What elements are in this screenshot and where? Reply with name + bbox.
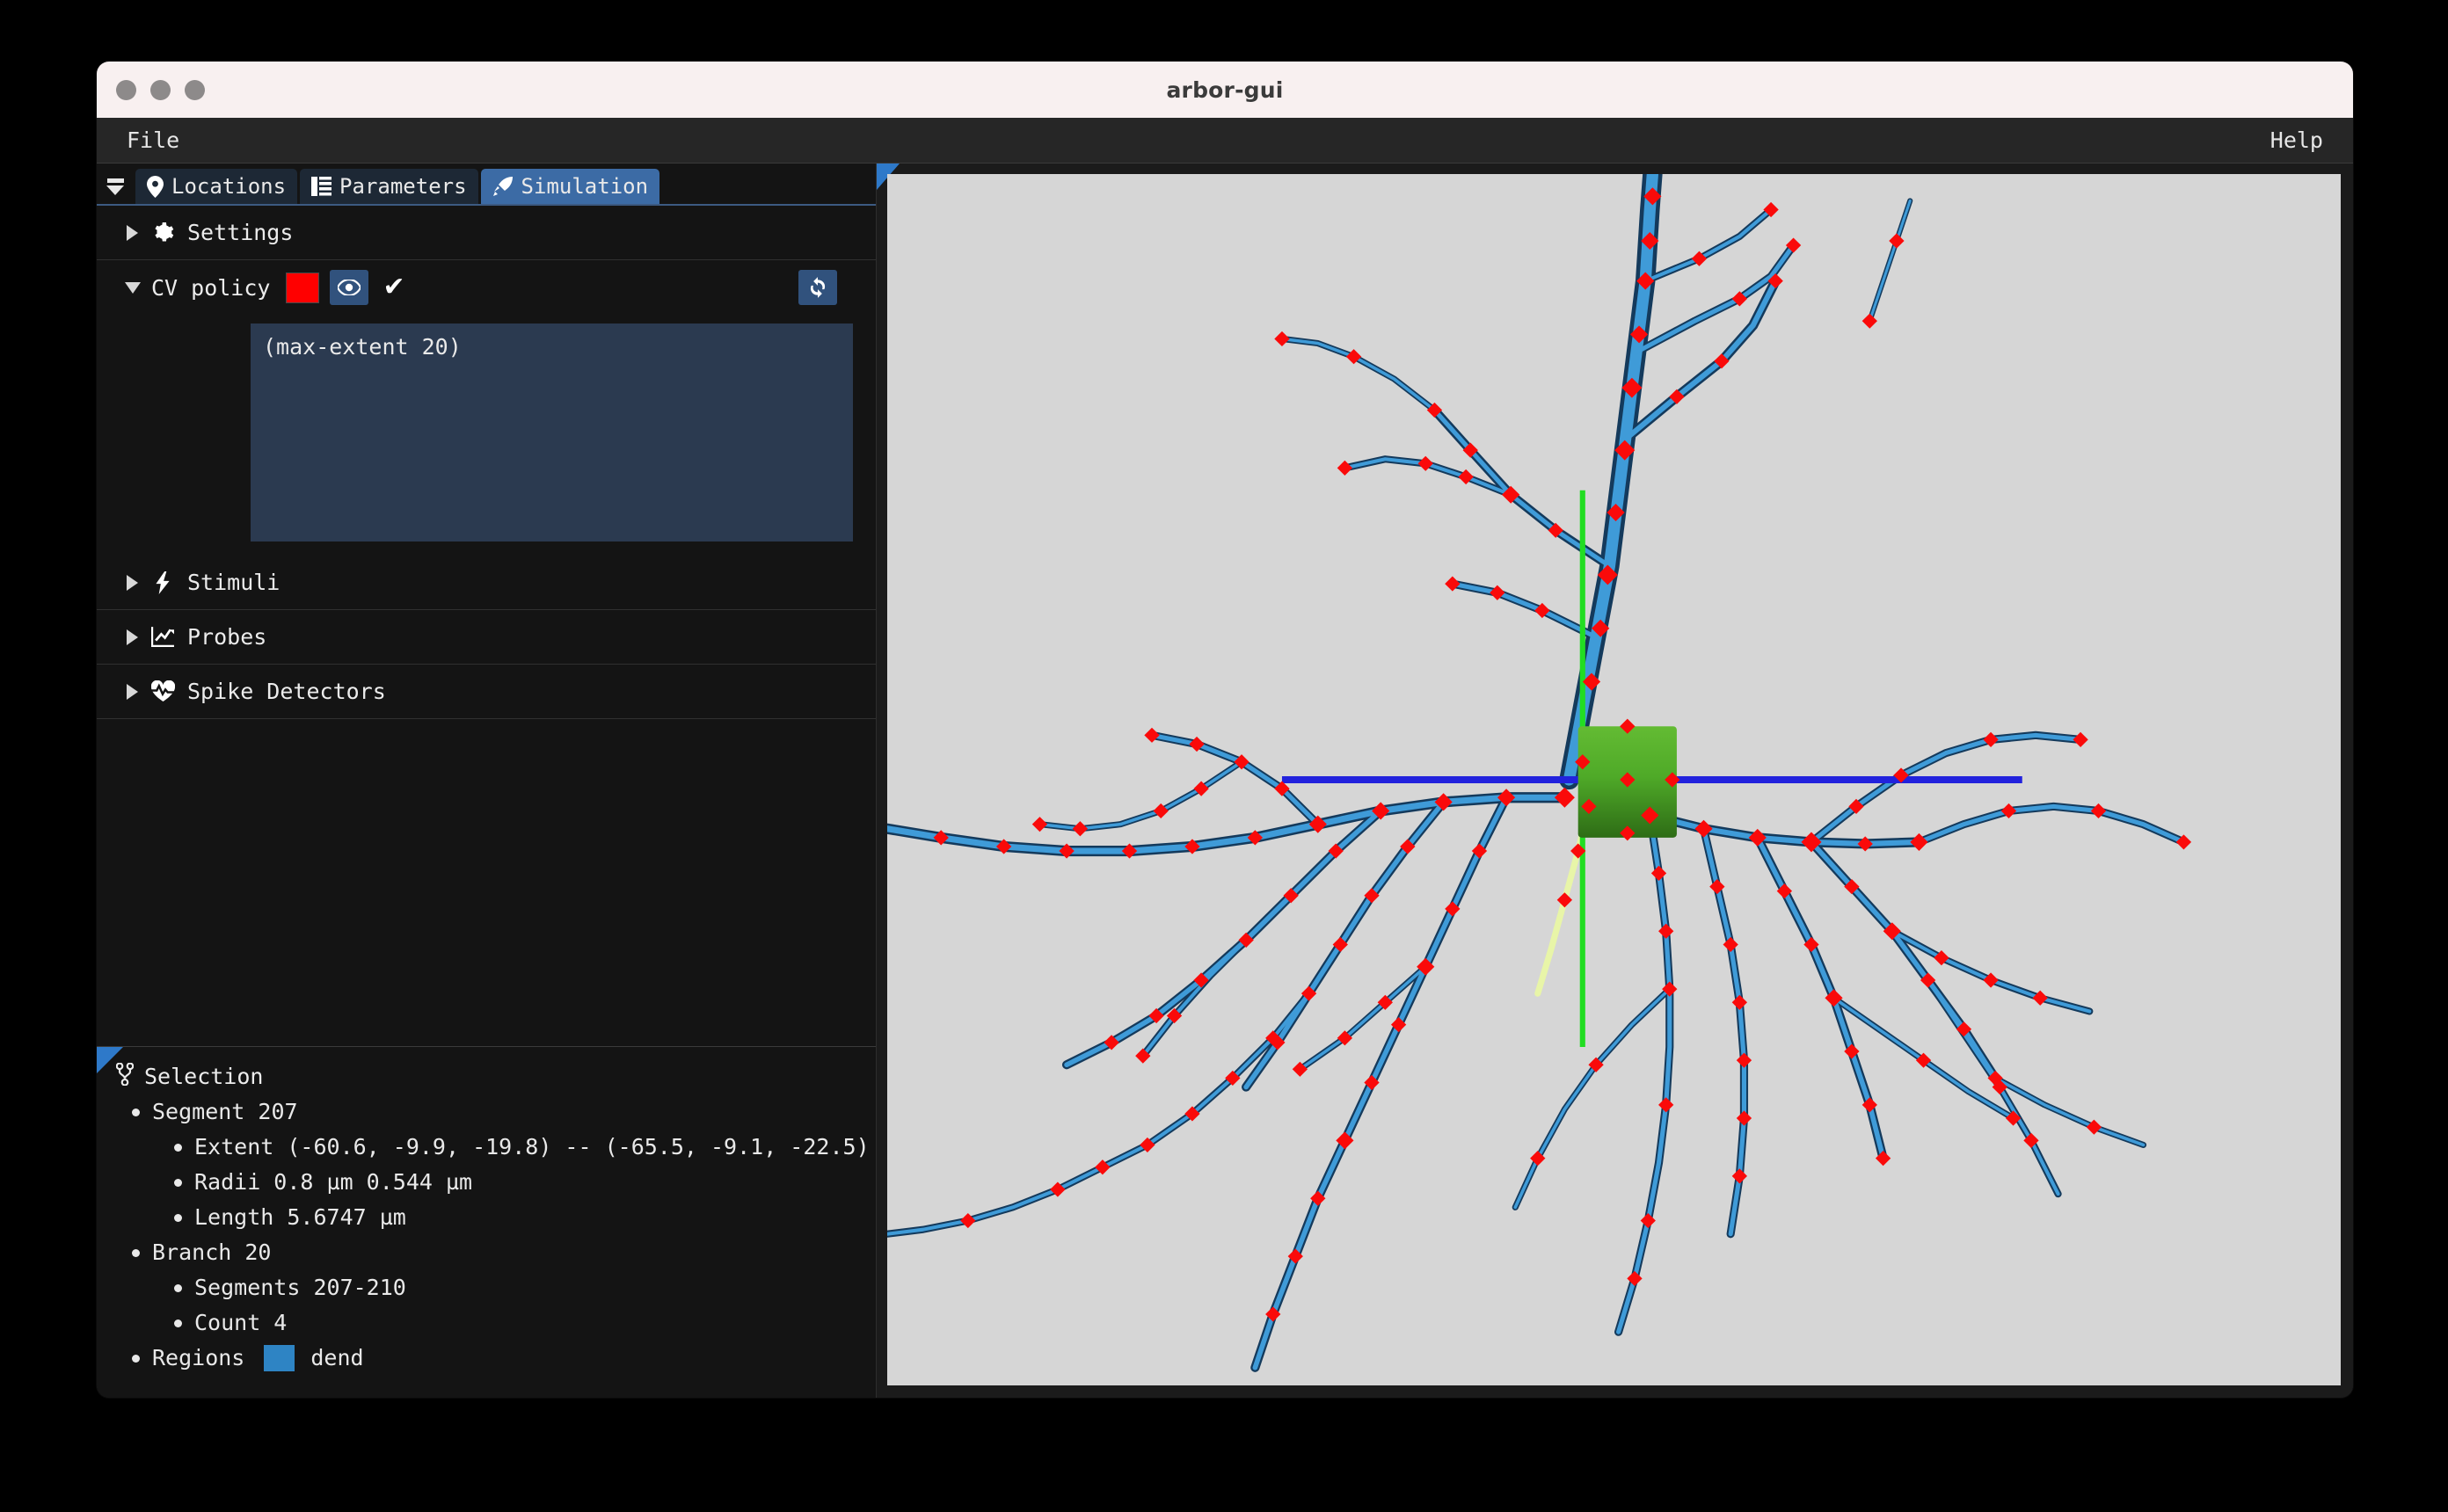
selection-segment: Segment 207: [97, 1094, 876, 1130]
selection-length-value: Length 5.6747 µm: [194, 1204, 406, 1230]
chevron-right-icon[interactable]: [127, 629, 138, 645]
selection-segments-range-value: Segments 207-210: [194, 1275, 406, 1300]
title-bar: arbor-gui: [97, 62, 2353, 118]
cv-policy-editor-text: (max-extent 20): [263, 334, 462, 360]
section-stimuli[interactable]: Stimuli: [97, 556, 876, 610]
map-pin-icon: [147, 175, 164, 198]
selection-count: Count 4: [97, 1305, 876, 1341]
region-color-swatch[interactable]: [264, 1345, 295, 1371]
chevron-right-icon[interactable]: [127, 574, 138, 591]
chevron-down-icon[interactable]: [125, 281, 141, 294]
selection-extent: Extent (-60.6, -9.9, -19.8) -- (-65.5, -…: [97, 1130, 876, 1165]
selection-header: Selection: [97, 1062, 876, 1089]
tab-simulation-label: Simulation: [521, 174, 649, 199]
bullet-icon: [174, 1143, 182, 1152]
bullet-icon: [132, 1248, 140, 1257]
selection-panel: Selection Segment 207 Extent (-60.6, -9.…: [97, 1046, 876, 1398]
menu-help[interactable]: Help: [2263, 126, 2330, 155]
window-title: arbor-gui: [1166, 76, 1284, 103]
chevron-right-icon[interactable]: [127, 224, 138, 241]
selection-radii-value: Radii 0.8 µm 0.544 µm: [194, 1169, 473, 1195]
section-spike-detectors-label: Spike Detectors: [187, 679, 386, 704]
menu-file[interactable]: File: [120, 126, 186, 155]
selection-branch-label: Branch 20: [152, 1239, 272, 1265]
cv-policy-color-swatch[interactable]: [286, 272, 320, 303]
tab-bar: Locations Parameters Simulation: [97, 164, 876, 206]
selection-regions: Regions dend: [97, 1341, 876, 1376]
chevron-right-icon[interactable]: [127, 683, 138, 700]
cv-policy-editor[interactable]: (max-extent 20): [251, 323, 853, 542]
bullet-icon: [174, 1319, 182, 1327]
selection-branch: Branch 20: [97, 1235, 876, 1270]
selection-segments-range: Segments 207-210: [97, 1270, 876, 1305]
selection-segment-label: Segment 207: [152, 1099, 298, 1124]
heartbeat-icon: [150, 680, 175, 702]
bullet-icon: [174, 1283, 182, 1292]
section-cv-policy[interactable]: CV policy ✔: [97, 260, 876, 315]
selection-count-value: Count 4: [194, 1310, 288, 1335]
selection-length: Length 5.6747 µm: [97, 1200, 876, 1235]
section-probes-label: Probes: [187, 624, 267, 650]
section-probes[interactable]: Probes: [97, 610, 876, 665]
list-icon: [311, 177, 332, 196]
tab-parameters-label: Parameters: [339, 174, 467, 199]
section-settings[interactable]: Settings: [97, 206, 876, 260]
tab-simulation[interactable]: Simulation: [480, 169, 660, 204]
panel-splitter[interactable]: [877, 164, 900, 1398]
sidebar-content: Settings CV policy ✔ (max-extent 20) Sti…: [97, 206, 876, 1046]
bullet-icon: [132, 1108, 140, 1116]
close-button[interactable]: [116, 79, 136, 100]
section-stimuli-label: Stimuli: [187, 570, 280, 595]
tab-parameters[interactable]: Parameters: [300, 169, 478, 204]
selection-region-name: dend: [310, 1345, 364, 1370]
refresh-icon[interactable]: [798, 270, 837, 305]
gear-icon: [150, 222, 175, 244]
bolt-icon: [150, 571, 175, 594]
rocket-icon: [492, 176, 514, 197]
collapse-panel-icon[interactable]: [102, 169, 128, 204]
bullet-icon: [132, 1354, 140, 1363]
morphology-viewport-container: [887, 164, 2353, 1398]
eye-icon[interactable]: [330, 270, 369, 305]
panel-resize-handle[interactable]: [97, 1047, 123, 1073]
selection-radii: Radii 0.8 µm 0.544 µm: [97, 1165, 876, 1200]
section-settings-label: Settings: [187, 220, 294, 245]
section-spike-detectors[interactable]: Spike Detectors: [97, 665, 876, 719]
selection-title: Selection: [144, 1063, 264, 1089]
minimize-button[interactable]: [150, 79, 171, 100]
main-body: Locations Parameters Simulation Settings…: [97, 164, 2353, 1398]
check-icon[interactable]: ✔: [382, 274, 404, 301]
bullet-icon: [174, 1178, 182, 1187]
tab-locations[interactable]: Locations: [135, 169, 298, 204]
traffic-light-buttons[interactable]: [116, 62, 205, 118]
selection-extent-value: Extent (-60.6, -9.9, -19.8) -- (-65.5, -…: [194, 1134, 870, 1159]
section-cv-policy-label: CV policy: [151, 274, 271, 301]
zoom-button[interactable]: [185, 79, 205, 100]
chart-icon: [150, 626, 175, 648]
app-window: arbor-gui File Help Locations Parameters…: [97, 62, 2353, 1398]
morphology-render[interactable]: [887, 174, 2341, 1385]
menu-bar: File Help: [97, 118, 2353, 164]
bullet-icon: [174, 1213, 182, 1222]
tab-locations-label: Locations: [171, 174, 287, 199]
sidebar-panel: Locations Parameters Simulation Settings…: [97, 164, 877, 1398]
morphology-viewport[interactable]: [887, 174, 2341, 1385]
selection-regions-label: Regions: [152, 1345, 245, 1370]
